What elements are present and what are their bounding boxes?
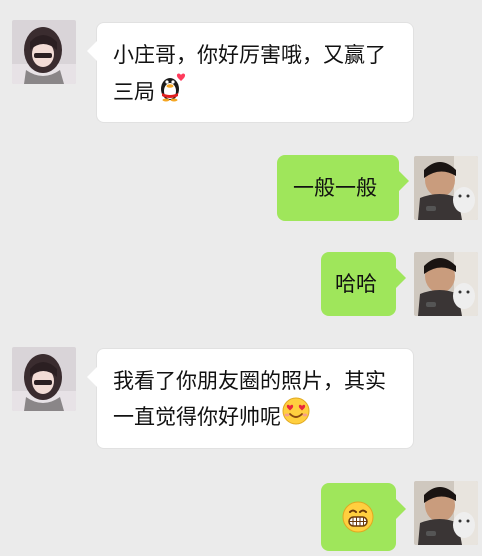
message-text: 一般一般 xyxy=(293,176,377,200)
contact-avatar[interactable] xyxy=(12,347,76,411)
self-avatar[interactable] xyxy=(414,481,478,545)
message-text-line: 我看了你朋友圈的照片，其实 xyxy=(113,369,386,393)
self-avatar[interactable] xyxy=(414,156,478,220)
girl-avatar-image xyxy=(12,347,76,411)
message-text-line: 一直觉得你好帅呢 xyxy=(113,396,399,438)
man-avatar-image xyxy=(414,156,478,220)
contact-avatar[interactable] xyxy=(12,20,76,84)
incoming-message-bubble[interactable]: 小庄哥，你好厉害哦，又赢了 三局 xyxy=(87,22,414,123)
outgoing-message-bubble[interactable]: 哈哈 xyxy=(321,252,406,316)
outgoing-message-bubble[interactable]: 一般一般 xyxy=(277,155,409,221)
man-avatar-image xyxy=(414,252,478,316)
message-text: 三局 xyxy=(113,80,155,104)
incoming-message-bubble[interactable]: 我看了你朋友圈的照片，其实 一直觉得你好帅呢 xyxy=(87,348,414,449)
grinning-teeth-face-icon xyxy=(341,500,375,544)
girl-avatar-image xyxy=(12,20,76,84)
outgoing-message-bubble[interactable] xyxy=(321,483,406,551)
self-avatar[interactable] xyxy=(414,252,478,316)
message-text: 一直觉得你好帅呢 xyxy=(113,405,281,429)
qq-penguin-heart-icon xyxy=(155,70,187,112)
message-text-line: 三局 xyxy=(113,72,395,114)
heart-eyes-face-icon xyxy=(281,396,311,436)
man-avatar-image xyxy=(414,481,478,545)
message-text: 哈哈 xyxy=(335,272,377,296)
message-text-line: 小庄哥，你好厉害哦，又赢了 xyxy=(113,43,386,67)
